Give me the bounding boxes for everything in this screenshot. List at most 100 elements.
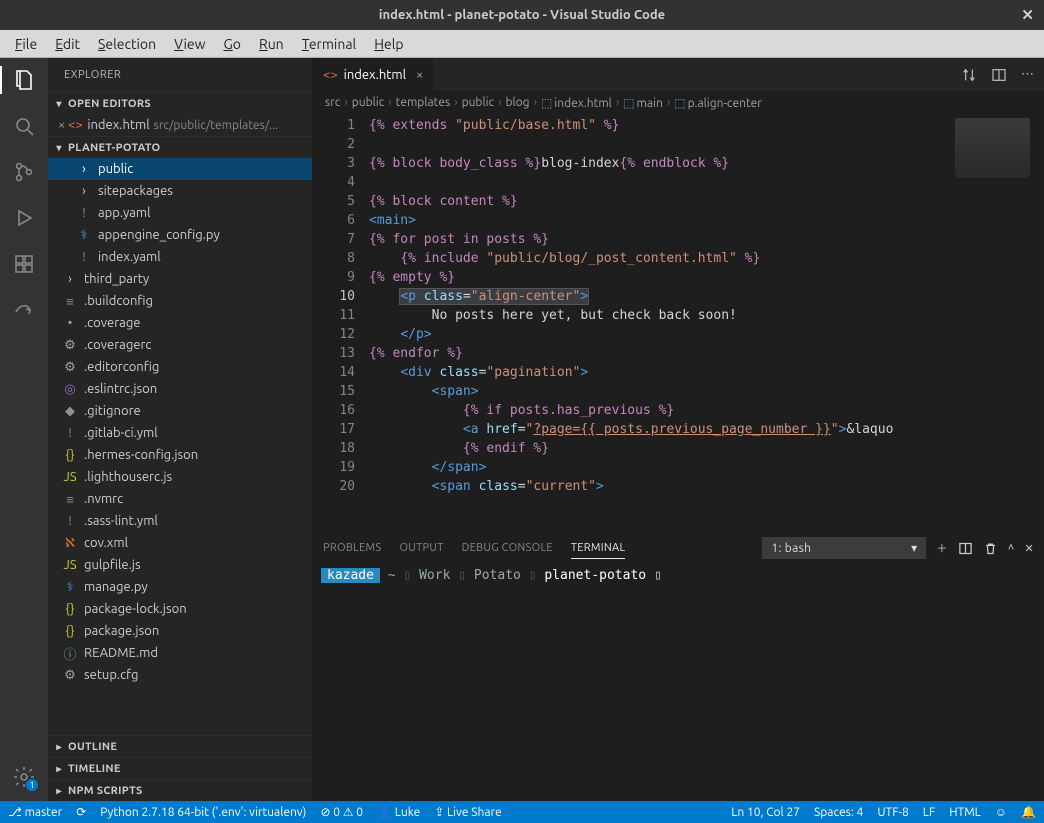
- tree-file[interactable]: ⚙.editorconfig: [48, 356, 312, 378]
- menu-selection[interactable]: Selection: [89, 33, 165, 55]
- settings-gear-icon[interactable]: 1: [10, 763, 38, 791]
- tree-file[interactable]: ⚙setup.cfg: [48, 664, 312, 686]
- breadcrumb-segment[interactable]: public: [352, 96, 385, 109]
- tree-file[interactable]: ⓘREADME.md: [48, 642, 312, 664]
- compare-icon[interactable]: [961, 67, 977, 83]
- tree-file[interactable]: ≡.nvmrc: [48, 488, 312, 510]
- editor-tab[interactable]: <> index.html ×: [313, 58, 434, 91]
- notifications-icon[interactable]: 🔔: [1021, 805, 1036, 819]
- breadcrumb-segment[interactable]: blog: [505, 96, 529, 109]
- breadcrumb-segment[interactable]: ⬚main: [623, 96, 663, 110]
- share-icon[interactable]: [10, 296, 38, 324]
- tree-file[interactable]: !app.yaml: [48, 202, 312, 224]
- breadcrumb-segment[interactable]: src: [325, 96, 340, 109]
- close-tab-icon[interactable]: ×: [416, 68, 423, 82]
- breadcrumb-sep: ›: [498, 96, 501, 109]
- run-debug-icon[interactable]: [10, 204, 38, 232]
- npm-scripts-section[interactable]: ▸NPM SCRIPTS: [48, 779, 312, 801]
- tree-file[interactable]: •.coverage: [48, 312, 312, 334]
- tree-label: .lighthouserc.js: [84, 470, 172, 484]
- tree-file[interactable]: {}package.json: [48, 620, 312, 642]
- git-branch[interactable]: ⎇ master: [8, 805, 62, 819]
- panel-tab-terminal[interactable]: TERMINAL: [571, 538, 626, 559]
- symbol-icon: ⬚: [541, 97, 552, 110]
- tree-file[interactable]: !index.yaml: [48, 246, 312, 268]
- cursor-position[interactable]: Ln 10, Col 27: [731, 806, 800, 819]
- new-terminal-icon[interactable]: ＋: [936, 540, 947, 556]
- tree-file[interactable]: {}package-lock.json: [48, 598, 312, 620]
- tree-file[interactable]: {}.hermes-config.json: [48, 444, 312, 466]
- tree-file[interactable]: ◎.eslintrc.json: [48, 378, 312, 400]
- close-panel-icon[interactable]: ✕: [1024, 542, 1034, 555]
- language-status[interactable]: HTML: [949, 806, 981, 819]
- terminal-user: kazade: [321, 568, 380, 583]
- tree-file[interactable]: !.sass-lint.yml: [48, 510, 312, 532]
- symbol-icon: ⬚: [674, 97, 685, 110]
- code-editor[interactable]: {% extends "public/base.html" %} {% bloc…: [365, 114, 948, 531]
- tree-label: .hermes-config.json: [84, 448, 198, 462]
- terminal-selector[interactable]: 1: bash ▾: [762, 537, 926, 559]
- indent-status[interactable]: Spaces: 4: [814, 806, 863, 819]
- maximize-panel-icon[interactable]: ˄: [1008, 542, 1015, 554]
- breadcrumb-segment[interactable]: templates: [396, 96, 451, 109]
- tree-file[interactable]: ℵcov.xml: [48, 532, 312, 554]
- menu-terminal[interactable]: Terminal: [293, 33, 366, 55]
- tree-label: .buildconfig: [84, 294, 153, 308]
- tree-label: README.md: [84, 646, 158, 660]
- tree-file[interactable]: JS.lighthouserc.js: [48, 466, 312, 488]
- tree-file[interactable]: ⚙.coveragerc: [48, 334, 312, 356]
- split-editor-icon[interactable]: [991, 67, 1007, 83]
- user-status[interactable]: 👤 Luke: [377, 805, 420, 819]
- tree-folder[interactable]: ›public: [48, 158, 312, 180]
- source-control-icon[interactable]: [10, 158, 38, 186]
- menu-run[interactable]: Run: [250, 33, 293, 55]
- tree-file[interactable]: !.gitlab-ci.yml: [48, 422, 312, 444]
- menu-go[interactable]: Go: [214, 33, 250, 55]
- split-terminal-icon[interactable]: [958, 541, 973, 556]
- symbol-icon: ⬚: [623, 97, 634, 110]
- tree-label: manage.py: [84, 580, 148, 594]
- tree-file[interactable]: ◆.gitignore: [48, 400, 312, 422]
- eol-status[interactable]: LF: [923, 806, 935, 819]
- close-editor-icon[interactable]: ×: [58, 118, 65, 132]
- menu-help[interactable]: Help: [365, 33, 412, 55]
- tree-file[interactable]: ⚕appengine_config.py: [48, 224, 312, 246]
- feedback-icon[interactable]: ☺: [995, 805, 1007, 819]
- python-env[interactable]: Python 2.7.18 64-bit ('.env': virtualenv…: [100, 806, 306, 819]
- breadcrumb-segment[interactable]: ⬚p.align-center: [674, 96, 762, 110]
- file-icon: ℵ: [62, 536, 78, 551]
- title-bar: index.html - planet-potato - Visual Stud…: [0, 0, 1044, 30]
- terminal-body[interactable]: kazade ~ ▯ Work ▯ Potato ▯ planet-potato…: [313, 564, 1044, 801]
- breadcrumb[interactable]: src›public›templates›public›blog›⬚index.…: [313, 92, 1044, 114]
- breadcrumb-segment[interactable]: ⬚index.html: [541, 96, 612, 110]
- panel-tab-output[interactable]: OUTPUT: [399, 538, 443, 558]
- sync-icon[interactable]: ⟳: [76, 805, 86, 819]
- breadcrumb-segment[interactable]: public: [462, 96, 495, 109]
- menu-file[interactable]: File: [6, 33, 46, 55]
- tree-file[interactable]: ⚕manage.py: [48, 576, 312, 598]
- tree-file[interactable]: JSgulpfile.js: [48, 554, 312, 576]
- encoding-status[interactable]: UTF-8: [877, 806, 908, 819]
- outline-section[interactable]: ▸OUTLINE: [48, 735, 312, 757]
- tree-file[interactable]: ≡.buildconfig: [48, 290, 312, 312]
- kill-terminal-icon[interactable]: [983, 541, 998, 556]
- panel-tab-debug-console[interactable]: DEBUG CONSOLE: [462, 538, 553, 558]
- open-editors-section[interactable]: ▾OPEN EDITORS: [48, 92, 312, 114]
- live-share[interactable]: ⇪ Live Share: [434, 805, 502, 819]
- timeline-section[interactable]: ▸TIMELINE: [48, 757, 312, 779]
- tree-folder[interactable]: ›third_party: [48, 268, 312, 290]
- menu-edit[interactable]: Edit: [46, 33, 89, 55]
- minimap[interactable]: [948, 114, 1044, 531]
- menu-view[interactable]: View: [165, 33, 214, 55]
- explorer-icon[interactable]: [10, 66, 38, 94]
- more-actions-icon[interactable]: ⋯: [1021, 67, 1034, 82]
- project-section[interactable]: ▾PLANET-POTATO: [48, 136, 312, 158]
- tree-folder[interactable]: ›sitepackages: [48, 180, 312, 202]
- close-icon[interactable]: ✕: [1021, 6, 1034, 24]
- panel-tab-problems[interactable]: PROBLEMS: [323, 538, 381, 558]
- search-icon[interactable]: [10, 112, 38, 140]
- extensions-icon[interactable]: [10, 250, 38, 278]
- problems-status[interactable]: ⊘ 0 ⚠ 0: [320, 805, 363, 819]
- breadcrumb-sep: ›: [667, 96, 670, 109]
- open-editor-item[interactable]: × <> index.html src/public/templates/...: [48, 114, 312, 136]
